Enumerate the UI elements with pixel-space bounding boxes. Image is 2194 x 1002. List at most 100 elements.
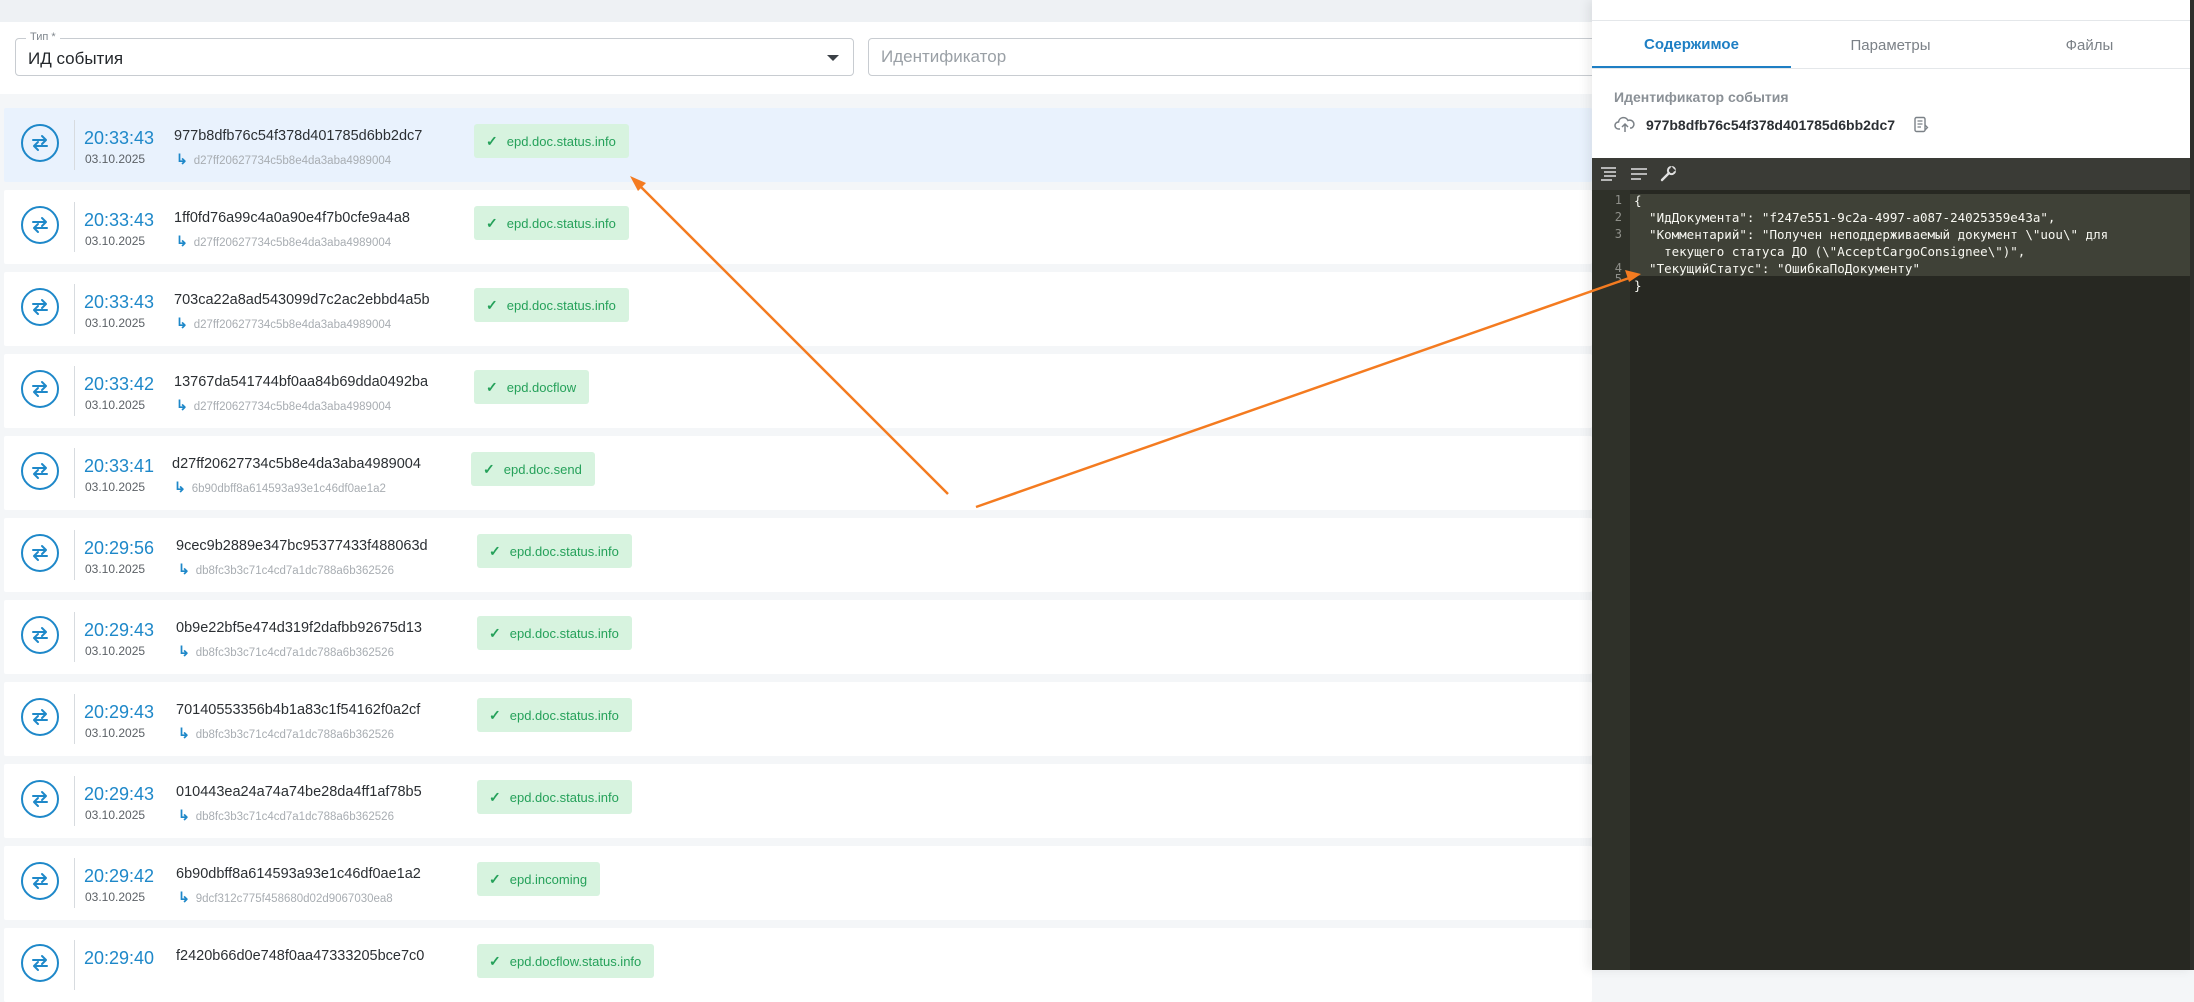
panel-scrollbar[interactable] <box>2190 0 2194 970</box>
event-row[interactable]: 20:29:43 03.10.2025 0b9e22bf5e474d319f2daf… <box>4 600 1592 674</box>
line-number: 2 <box>1614 210 1622 224</box>
event-type-label: epd.doc.status.info <box>509 625 619 641</box>
exchange-arrows-icon <box>21 698 59 736</box>
parent-event-id: 9dcf312c775f458680d02d9067030ea8 <box>195 893 393 905</box>
event-row[interactable]: 20:33:43 03.10.2025 977b8dfb76c54f378d4017… <box>4 108 1592 182</box>
event-id: 977b8dfb76c54f378d401785d6bb2dc7 <box>174 128 423 144</box>
code-line: "ТекущийСтатус": "ОшибкаПоДокументу" <box>1634 261 1920 276</box>
parent-event-id: d27ff20627734c5b8e4da3aba4989004 <box>193 319 392 331</box>
event-type-badge[interactable]: ✓ epd.incoming <box>477 862 601 896</box>
event-row[interactable]: 20:29:42 03.10.2025 6b90dbff8a614593a93e1c… <box>4 846 1592 920</box>
return-arrow-icon: ↳ <box>176 315 188 331</box>
line-number: 1 <box>1614 193 1622 207</box>
event-row[interactable]: 20:33:43 03.10.2025 1ff0fd76a99c4a0a90e4f7… <box>4 190 1592 264</box>
event-type-badge[interactable]: ✓ epd.docflow.status.info <box>477 944 655 978</box>
exchange-arrows-icon <box>21 534 59 572</box>
exchange-arrows-icon <box>21 862 59 900</box>
event-row[interactable]: 20:29:56 03.10.2025 9cec9b2889e347bc953774… <box>4 518 1592 592</box>
event-type-badge[interactable]: ✓ epd.doc.status.info <box>474 206 629 240</box>
event-row[interactable]: 20:29:43 03.10.2025 010443ea24a74a74be28da… <box>4 764 1592 838</box>
chevron-down-icon[interactable] <box>827 55 839 61</box>
event-type-label: epd.docflow.status.info <box>509 953 642 969</box>
exchange-arrows-icon <box>21 206 59 244</box>
exchange-arrows-icon <box>21 944 59 982</box>
tab-content[interactable]: Содержимое <box>1592 22 1791 68</box>
wrench-icon[interactable] <box>1659 166 1677 182</box>
exchange-arrows-icon <box>21 370 59 408</box>
row-divider <box>74 694 75 744</box>
code-line: } <box>1634 278 1642 293</box>
row-divider <box>74 776 75 826</box>
event-date: 03.10.2025 <box>85 644 146 658</box>
event-type-label: epd.doc.status.info <box>506 133 616 149</box>
identifier-input[interactable] <box>868 38 1608 76</box>
check-icon: ✓ <box>486 296 498 313</box>
event-row[interactable]: 20:29:40 f2420b66d0e748f0aa47333205bce7c0… <box>4 928 1592 1002</box>
event-type-badge[interactable]: ✓ epd.doc.status.info <box>477 616 632 650</box>
event-type-badge[interactable]: ✓ epd.doc.status.info <box>477 698 632 732</box>
event-row[interactable]: 20:33:42 03.10.2025 13767da541744bf0aa84b6… <box>4 354 1592 428</box>
event-row[interactable]: 20:29:43 03.10.2025 70140553356b4b1a83c1f5… <box>4 682 1592 756</box>
parent-event[interactable]: ↳ db8fc3b3c71c4cd7a1dc788a6b362526 <box>178 807 394 824</box>
parent-event[interactable]: ↳ d27ff20627734c5b8e4da3aba4989004 <box>176 233 391 250</box>
parent-event[interactable]: ↳ d27ff20627734c5b8e4da3aba4989004 <box>176 397 391 414</box>
parent-event-id: db8fc3b3c71c4cd7a1dc788a6b362526 <box>195 647 394 659</box>
row-divider <box>74 366 75 416</box>
parent-event[interactable]: ↳ db8fc3b3c71c4cd7a1dc788a6b362526 <box>178 561 394 578</box>
event-id: 703ca22a8ad543099d7c2ac2ebbd4a5b <box>174 292 430 308</box>
event-time: 20:33:43 <box>84 210 155 230</box>
event-type-badge[interactable]: ✓ epd.doc.send <box>471 452 595 486</box>
event-id: 010443ea24a74a74be28da4ff1af78b5 <box>176 784 422 800</box>
parent-event[interactable]: ↳ db8fc3b3c71c4cd7a1dc788a6b362526 <box>178 643 394 660</box>
parent-event[interactable]: ↳ 9dcf312c775f458680d02d9067030ea8 <box>178 889 393 906</box>
row-divider <box>74 448 75 498</box>
copy-icon[interactable] <box>1913 116 1929 134</box>
event-type-badge[interactable]: ✓ epd.doc.status.info <box>474 288 629 322</box>
event-row[interactable]: 20:33:41 03.10.2025 d27ff20627734c5b8e4da3… <box>4 436 1592 510</box>
row-divider <box>74 940 75 990</box>
code-line: текущего статуса ДО (\"AcceptCargoConsig… <box>1634 244 2026 259</box>
row-divider <box>74 202 75 252</box>
row-divider <box>74 530 75 580</box>
row-divider <box>74 612 75 662</box>
event-id-row: 977b8dfb76c54f378d401785d6bb2dc7 <box>1614 116 1929 134</box>
return-arrow-icon: ↳ <box>178 807 190 823</box>
parent-event[interactable]: ↳ 6b90dbff8a614593a93e1c46df0ae1a2 <box>174 479 386 496</box>
event-type-badge[interactable]: ✓ epd.doc.status.info <box>477 534 632 568</box>
exchange-arrows-icon <box>21 452 59 490</box>
event-id-label: Идентификатор события <box>1614 89 1789 105</box>
format-json-icon[interactable] <box>1600 166 1618 182</box>
compact-json-icon[interactable] <box>1630 166 1648 182</box>
event-row[interactable]: 20:33:43 03.10.2025 703ca22a8ad543099d7c2a… <box>4 272 1592 346</box>
json-editor[interactable]: 1 2 3 4 5 { "ИдДокумента": "f247e551-9c2… <box>1592 158 2190 970</box>
return-arrow-icon: ↳ <box>178 561 190 577</box>
parent-event[interactable]: ↳ db8fc3b3c71c4cd7a1dc788a6b362526 <box>178 725 394 742</box>
type-select-label: Тип * <box>26 31 60 43</box>
type-select[interactable]: Тип * ИД события <box>15 31 854 76</box>
return-arrow-icon: ↳ <box>176 151 188 167</box>
event-id: 70140553356b4b1a83c1f54162f0a2cf <box>176 702 421 718</box>
event-type-badge[interactable]: ✓ epd.doc.status.info <box>477 780 632 814</box>
parent-event[interactable]: ↳ d27ff20627734c5b8e4da3aba4989004 <box>176 315 391 332</box>
parent-event-id: db8fc3b3c71c4cd7a1dc788a6b362526 <box>195 565 394 577</box>
parent-event-id: d27ff20627734c5b8e4da3aba4989004 <box>193 237 392 249</box>
event-date: 03.10.2025 <box>85 562 146 576</box>
row-divider <box>74 284 75 334</box>
event-id-value: 977b8dfb76c54f378d401785d6bb2dc7 <box>1646 117 1896 133</box>
tab-parameters[interactable]: Параметры <box>1791 22 1990 68</box>
event-date: 03.10.2025 <box>85 398 146 412</box>
event-type-badge[interactable]: ✓ epd.docflow <box>474 370 590 404</box>
event-type-badge[interactable]: ✓ epd.doc.status.info <box>474 124 629 158</box>
event-time: 20:33:43 <box>84 128 155 148</box>
event-id: 13767da541744bf0aa84b69dda0492ba <box>174 374 429 390</box>
parent-event-id: db8fc3b3c71c4cd7a1dc788a6b362526 <box>195 811 394 823</box>
event-type-label: epd.doc.status.info <box>506 297 616 313</box>
return-arrow-icon: ↳ <box>176 233 188 249</box>
tab-files[interactable]: Файлы <box>1990 22 2189 68</box>
parent-event-id: d27ff20627734c5b8e4da3aba4989004 <box>193 155 392 167</box>
event-id: d27ff20627734c5b8e4da3aba4989004 <box>172 456 421 472</box>
event-time: 20:29:43 <box>84 702 155 722</box>
editor-toolbar <box>1592 158 2190 190</box>
parent-event[interactable]: ↳ d27ff20627734c5b8e4da3aba4989004 <box>176 151 391 168</box>
event-date: 03.10.2025 <box>85 316 146 330</box>
